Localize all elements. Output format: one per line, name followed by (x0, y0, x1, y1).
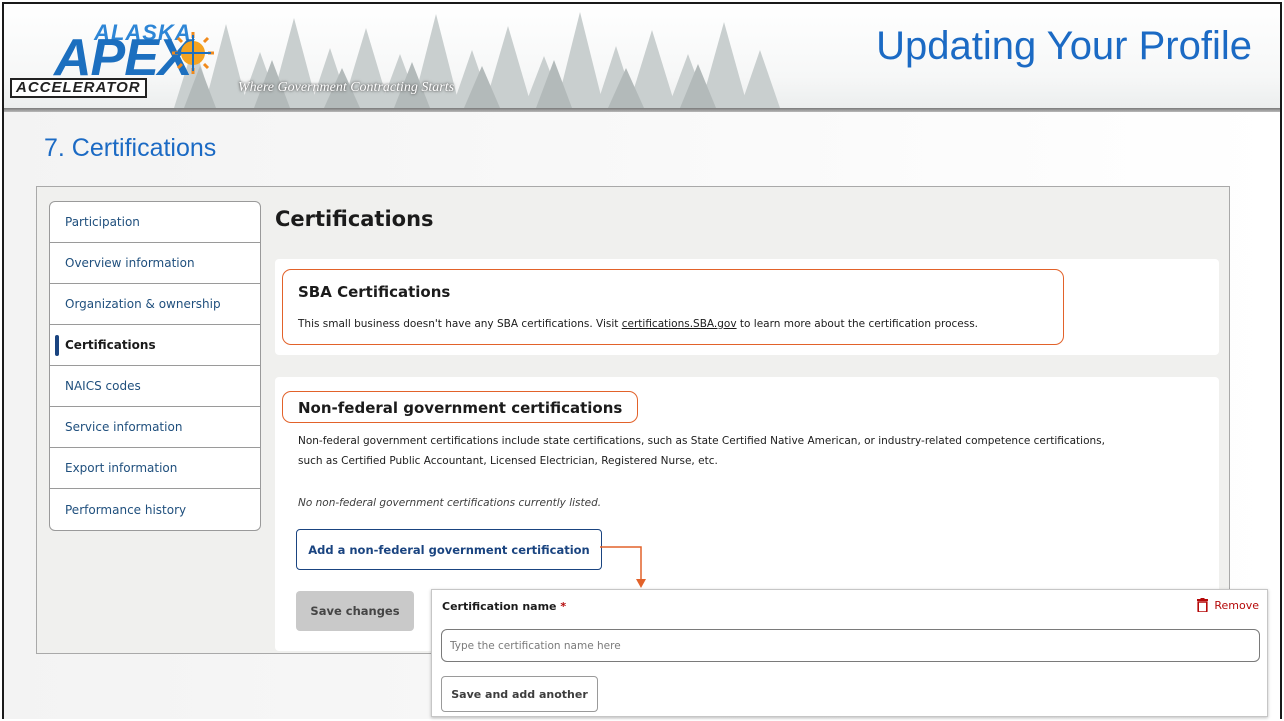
sba-text-before: This small business doesn't have any SBA… (298, 318, 622, 330)
header-divider (4, 108, 1280, 112)
sun-icon (172, 32, 214, 74)
header-banner: ALASKA APEX ACCELERATOR Where Government… (4, 4, 1280, 108)
sidebar-item-export-information[interactable]: Export information (50, 448, 260, 489)
page-title: Certifications (275, 207, 434, 231)
profile-sidenav: Participation Overview information Organ… (49, 201, 261, 531)
sidebar-item-performance-history[interactable]: Performance history (50, 489, 260, 530)
remove-button[interactable]: Remove (1197, 598, 1259, 612)
sidebar-item-overview-information[interactable]: Overview information (50, 243, 260, 284)
sidebar-item-participation[interactable]: Participation (50, 202, 260, 243)
apex-accelerator-logo: ALASKA APEX ACCELERATOR (10, 20, 250, 100)
sidebar-item-naics-codes[interactable]: NAICS codes (50, 366, 260, 407)
save-changes-button[interactable]: Save changes (296, 591, 414, 631)
required-asterisk: * (560, 600, 567, 613)
sba-heading: SBA Certifications (298, 283, 451, 301)
logo-accelerator-text: ACCELERATOR (10, 78, 147, 98)
trash-icon (1197, 598, 1209, 612)
tagline: Where Government Contracting Starts (238, 80, 455, 95)
certification-form-popout: Certification name * Remove Save and add… (431, 589, 1268, 717)
slide-title: Updating Your Profile (876, 24, 1252, 68)
sidebar-item-organization-ownership[interactable]: Organization & ownership (50, 284, 260, 325)
save-and-add-another-button[interactable]: Save and add another (441, 676, 598, 712)
certification-name-label-text: Certification name (442, 600, 557, 613)
screenshot-panel: Participation Overview information Organ… (36, 186, 1230, 654)
section-heading: 7. Certifications (44, 134, 217, 162)
sba-certifications-card: SBA Certifications This small business d… (275, 259, 1219, 355)
nonfederal-heading: Non-federal government certifications (298, 399, 623, 417)
remove-label: Remove (1214, 598, 1259, 612)
sba-description: This small business doesn't have any SBA… (298, 314, 978, 334)
empty-state-message: No non-federal government certifications… (298, 497, 602, 509)
certification-name-label: Certification name * (442, 600, 566, 613)
sba-certifications-link[interactable]: certifications.SBA.gov (622, 318, 737, 330)
sidebar-item-certifications[interactable]: Certifications (50, 325, 260, 366)
sidebar-item-service-information[interactable]: Service information (50, 407, 260, 448)
add-nonfederal-certification-button[interactable]: Add a non-federal government certificati… (296, 529, 602, 570)
sba-text-after: to learn more about the certification pr… (736, 318, 979, 330)
nonfederal-description-line2: such as Certified Public Accountant, Lic… (298, 455, 718, 467)
nonfederal-description-line1: Non-federal government certifications in… (298, 435, 1105, 447)
certification-name-input[interactable] (441, 629, 1260, 662)
